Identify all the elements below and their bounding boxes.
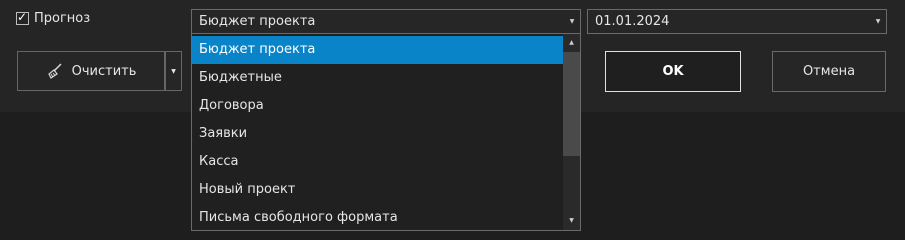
broom-icon (47, 63, 62, 79)
clear-options-dropdown[interactable]: ▼ (165, 51, 182, 91)
list-item[interactable]: Бюджетные (192, 64, 564, 92)
cancel-button[interactable]: Отмена (772, 51, 886, 92)
scroll-down-icon[interactable]: ▼ (563, 214, 580, 228)
list-item[interactable]: Договора (192, 92, 564, 120)
list-item[interactable]: Касса (192, 148, 564, 176)
source-combobox[interactable]: Бюджет проекта ▼ (191, 9, 581, 34)
checkbox-box[interactable] (16, 10, 29, 25)
scroll-up-icon[interactable]: ▲ (563, 36, 580, 50)
source-dropdown-list[interactable]: Бюджет проекта Бюджетные Договора Заявки… (191, 33, 581, 231)
clear-button[interactable]: Очистить (17, 51, 165, 91)
cancel-button-label: Отмена (802, 64, 856, 79)
chevron-down-icon: ▼ (171, 67, 176, 75)
forecast-checkbox[interactable]: Прогноз (16, 10, 91, 26)
scrollbar-thumb[interactable] (563, 52, 580, 156)
date-combobox-value: 01.01.2024 (595, 14, 670, 29)
list-item[interactable]: Заявки (192, 120, 564, 148)
ok-button-label: OK (662, 64, 684, 79)
chevron-down-icon[interactable]: ▼ (870, 18, 886, 25)
forecast-label: Прогноз (34, 11, 91, 26)
clear-button-label: Очистить (71, 63, 137, 79)
date-combobox[interactable]: 01.01.2024 ▼ (587, 9, 887, 34)
list-item[interactable]: Новый проект (192, 176, 564, 204)
list-item[interactable]: Бюджет проекта (192, 36, 564, 64)
ok-button[interactable]: OK (605, 51, 741, 92)
list-item[interactable]: Письма свободного формата (192, 204, 564, 230)
chevron-down-icon[interactable]: ▼ (564, 18, 580, 25)
source-combobox-value: Бюджет проекта (199, 14, 316, 29)
list-scrollbar[interactable]: ▲ ▼ (563, 34, 580, 230)
